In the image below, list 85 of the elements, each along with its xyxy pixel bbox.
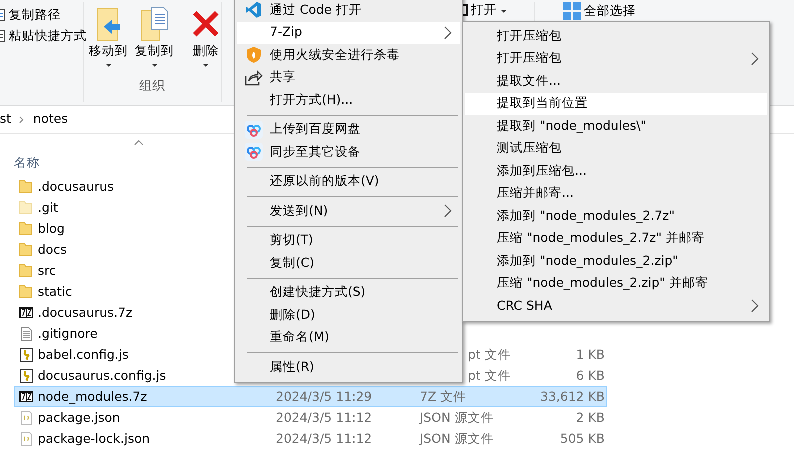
copy-folder-icon [140, 7, 170, 43]
menu-item[interactable]: 测试压缩包 [465, 138, 767, 160]
shield-icon [244, 46, 262, 64]
file-size: 33,612 KB [540, 389, 605, 404]
group-label: 组织 [138, 77, 166, 96]
file-size: 505 KB [560, 431, 605, 446]
file-date: 2024/3/5 11:29 [276, 389, 372, 404]
file-name[interactable]: docs [38, 240, 67, 259]
menu-item[interactable]: 同步至其它设备 [237, 141, 460, 164]
file-type: 7Z 文件 [420, 389, 466, 404]
select-all-button[interactable]: 全部选择 [561, 0, 638, 21]
file-name[interactable]: .git [38, 198, 58, 217]
file-name[interactable]: blog [38, 219, 65, 238]
file-type: JSON 源文件 [420, 431, 494, 446]
menu-item[interactable]: 提取文件... [465, 70, 767, 92]
file-name[interactable]: package.json [38, 408, 120, 427]
json-file-icon [19, 430, 34, 446]
breadcrumb-item[interactable]: notes [33, 110, 68, 129]
file-size: 6 KB [576, 368, 605, 383]
menu-item[interactable]: 添加到压缩包... [465, 160, 767, 182]
menu-item[interactable]: 提取到 "node_modules\" [465, 115, 767, 138]
cloud-drive-icon [244, 143, 262, 162]
ribbon-button[interactable]: 复制到 [133, 5, 176, 71]
file-name[interactable]: .docusaurus [38, 177, 114, 196]
menu-item[interactable]: 发送到(N) [237, 200, 460, 222]
json-file-icon [19, 410, 34, 426]
file-type: pt 文件 [468, 368, 511, 383]
breadcrumb-item[interactable]: st [0, 110, 12, 129]
menu-item[interactable]: 属性(R) [237, 356, 460, 378]
menu-item[interactable]: 添加到 "node_modules_2.zip" [465, 250, 767, 272]
file-name[interactable]: babel.config.js [38, 345, 129, 364]
menu-item[interactable]: 添加到 "node_modules_2.7z" [465, 205, 767, 228]
file-name[interactable]: docusaurus.config.js [38, 366, 166, 385]
folder-icon [19, 220, 34, 236]
menu-item[interactable]: 7-Zip [237, 22, 460, 44]
file-name[interactable]: package-lock.json [38, 429, 150, 448]
sort-icon [134, 140, 144, 146]
folder-icon [19, 178, 34, 194]
file-date: 2024/3/5 11:12 [276, 431, 372, 446]
select-all-icon [563, 2, 581, 20]
folder-icon [19, 200, 34, 216]
menu-item[interactable]: 上传到百度网盘 [237, 118, 460, 141]
menu-item[interactable]: CRC SHA [465, 295, 767, 318]
copy-path-button[interactable]: 复制路径 [0, 4, 83, 25]
file-size: 1 KB [576, 347, 605, 362]
menu-item[interactable]: 压缩并邮寄... [465, 182, 767, 205]
ribbon-button[interactable]: 删除 [189, 5, 223, 71]
folder-icon [19, 284, 34, 300]
menu-item[interactable]: 压缩 "node_modules_2.zip" 并邮寄 [465, 272, 767, 295]
chevron-icon [19, 116, 26, 124]
script-file-icon [19, 368, 34, 384]
menu-item[interactable]: 提取到当前位置 [465, 92, 767, 115]
folder-icon [19, 262, 34, 278]
menu-item[interactable]: 复制(C) [237, 252, 460, 274]
menu-item[interactable]: 删除(D) [237, 304, 460, 326]
file-type: pt 文件 [468, 347, 511, 362]
script-file-icon [19, 346, 34, 362]
menu-item[interactable]: 还原以前的版本(V) [237, 170, 460, 193]
text-file-icon [19, 326, 34, 342]
file-date: 2024/3/5 11:12 [276, 410, 372, 425]
menu-item[interactable]: 打开压缩包 [465, 48, 767, 70]
menu-item[interactable]: 共享 [237, 66, 460, 89]
menu-item[interactable]: 剪切(T) [237, 230, 460, 252]
menu-item[interactable]: 打开方式(H)... [237, 89, 460, 112]
file-name[interactable]: .gitignore [38, 324, 98, 343]
file-name[interactable]: .docusaurus.7z [38, 303, 133, 322]
menu-item[interactable]: 创建快捷方式(S) [237, 282, 460, 304]
folder-icon [19, 242, 34, 258]
file-type: JSON 源文件 [420, 410, 494, 425]
ribbon-button[interactable]: 移动到 [87, 5, 130, 71]
menu-item[interactable]: 重命名(M) [237, 326, 460, 349]
cloud-drive-icon [244, 120, 262, 139]
menu-item[interactable]: 打开压缩包 [465, 25, 767, 48]
file-name[interactable]: src [38, 261, 56, 280]
archive-icon [19, 388, 34, 404]
share-icon [244, 68, 263, 87]
file-size: 2 KB [576, 410, 605, 425]
file-name[interactable]: static [38, 282, 72, 301]
column-header[interactable]: 名称 [14, 155, 40, 170]
menu-item[interactable]: 压缩 "node_modules_2.7z" 并邮寄 [465, 228, 767, 250]
file-name[interactable]: node_modules.7z [38, 387, 148, 406]
code-editor-icon [244, 1, 262, 20]
file-row[interactable]: node_modules.7z 2024/3/5 11:29 7Z 文件 33,612 KB [14, 386, 607, 407]
menu-item[interactable]: 使用火绒安全进行杀毒 [237, 44, 460, 66]
archive-icon [19, 304, 34, 320]
